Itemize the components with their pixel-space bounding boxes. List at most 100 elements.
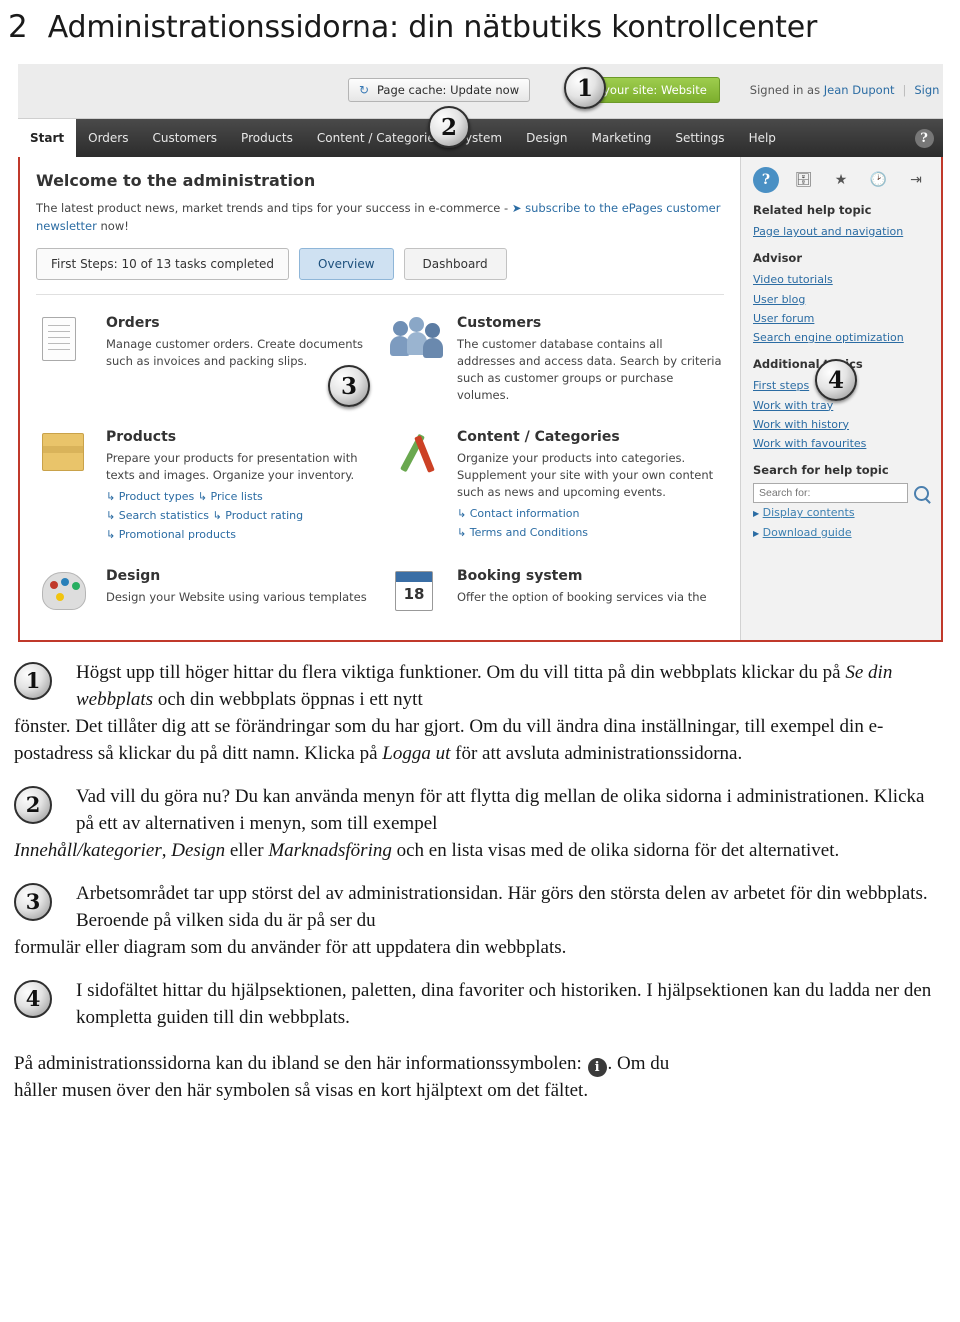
booking-calendar-icon: 18 (387, 568, 445, 622)
help-icon-glyph: ? (914, 128, 934, 148)
panel-products[interactable]: Products Prepare your products for prese… (36, 421, 373, 559)
menu-item-customers[interactable]: Customers (141, 119, 230, 157)
arrow-icon: ↳ (197, 490, 208, 504)
note-2: 2 Vad vill du göra nu? Du kan använda me… (14, 784, 946, 865)
tail-after: . Om du (607, 1052, 670, 1074)
link-work-with-favourites[interactable]: Work with favourites (753, 434, 929, 453)
menu-item-settings[interactable]: Settings (663, 119, 736, 157)
link-terms-conditions[interactable]: Terms and Conditions (470, 526, 588, 539)
admin-main-column: Welcome to the administration The latest… (20, 157, 740, 640)
note-1: 1 Högst upp till höger hittar du flera v… (14, 660, 946, 768)
callout-badge-4: 4 (815, 359, 857, 401)
link-price-lists[interactable]: Price lists (211, 490, 263, 503)
screenshot-figure: ↻ Page cache: Update now your site: Webs… (18, 64, 943, 642)
menu-item-marketing[interactable]: Marketing (580, 119, 664, 157)
download-guide-row[interactable]: ▶ Download guide (753, 523, 929, 542)
newsletter-text-1: The latest product news, market trends a… (36, 201, 509, 215)
star-icon[interactable]: ★ (828, 167, 854, 193)
panel-links: ↳ Product types ↳ Price lists ↳ Search s… (106, 488, 373, 544)
content-pen-icon (387, 429, 445, 483)
admin-screenshot: ↻ Page cache: Update now your site: Webs… (18, 64, 943, 642)
sign-out-link[interactable]: Sign out (914, 83, 943, 97)
menu-item-products[interactable]: Products (229, 119, 305, 157)
page-cache-button[interactable]: ↻ Page cache: Update now (348, 78, 531, 102)
panel-design[interactable]: Design Design your Website using various… (36, 560, 373, 636)
arrow-icon: ↳ (106, 508, 116, 522)
explanation-notes: 1 Högst upp till höger hittar du flera v… (0, 642, 960, 1032)
tail-before: På administrationssidorna kan du ibland … (14, 1052, 582, 1074)
advisor-heading: Advisor (753, 251, 802, 266)
panel-booking-system[interactable]: 18 Booking system Offer the option of bo… (387, 560, 724, 636)
link-video-tutorials[interactable]: Video tutorials (753, 270, 929, 289)
menu-item-help[interactable]: Help (737, 119, 788, 157)
panel-title: Booking system (457, 568, 583, 585)
chapter-title: Administrationssidorna: din nätbutiks ko… (47, 10, 818, 45)
note1-tail: för att avsluta administrationssidorna. (450, 742, 743, 764)
link-display-contents[interactable]: Display contents (763, 506, 855, 519)
link-contact-information[interactable]: Contact information (470, 507, 580, 520)
view-site-button[interactable]: your site: Website (590, 77, 720, 103)
note2-italic1: Innehåll/kategorier (14, 839, 162, 861)
arrow-icon: ↳ (212, 508, 222, 522)
tab-dashboard[interactable]: Dashboard (403, 247, 507, 280)
panel-title: Customers (457, 314, 542, 331)
panel-description: The customer database contains all addre… (457, 336, 722, 403)
link-search-statistics[interactable]: Search statistics (119, 509, 209, 522)
arrow-icon: ↳ (457, 526, 467, 540)
admin-topbar: ↻ Page cache: Update now your site: Webs… (18, 64, 943, 119)
note-text-3: Arbetsområdet tar upp störst del av admi… (14, 881, 946, 962)
tail-second-line: håller musen över den här symbolen så vi… (14, 1080, 589, 1102)
link-user-blog[interactable]: User blog (753, 290, 929, 309)
panel-content-categories[interactable]: Content / Categories Organize your produ… (387, 421, 724, 559)
link-product-types[interactable]: Product types (119, 490, 195, 503)
design-palette-icon (36, 568, 94, 622)
note-number-2: 2 (14, 785, 52, 824)
first-steps-status[interactable]: First Steps: 10 of 13 tasks completed (36, 247, 290, 280)
panel-description: Manage customer orders. Create documents… (106, 336, 363, 368)
arrow-icon: ↳ (106, 527, 116, 541)
note1-part1: Högst upp till höger hittar du flera vik… (76, 662, 846, 683)
info-icon: i (587, 1057, 607, 1077)
link-user-forum[interactable]: User forum (753, 309, 929, 328)
display-contents-row[interactable]: ▶ Display contents (753, 503, 929, 522)
note2-part1: Vad vill du göra nu? Du kan använda meny… (76, 785, 925, 834)
panel-customers[interactable]: Customers The customer database contains… (387, 307, 724, 419)
clock-icon[interactable]: 🕑 (866, 167, 892, 193)
panel-title: Products (106, 428, 177, 445)
tab-overview[interactable]: Overview (299, 247, 394, 280)
collapse-icon[interactable]: ⇥ (903, 167, 929, 193)
panel-orders[interactable]: Orders Manage customer orders. Create do… (36, 307, 373, 419)
note-3: 3 Arbetsområdet tar upp störst del av ad… (14, 881, 946, 962)
menu-item-start[interactable]: Start (18, 119, 77, 157)
products-box-icon (36, 429, 94, 483)
newsletter-text-2: now! (100, 218, 129, 233)
info-symbol-paragraph: På administrationssidorna kan du ibland … (0, 1048, 960, 1105)
link-work-with-history[interactable]: Work with history (753, 415, 929, 434)
link-download-guide[interactable]: Download guide (763, 526, 852, 539)
panel-grid: Orders Manage customer orders. Create do… (36, 293, 724, 637)
link-product-rating[interactable]: Product rating (225, 509, 303, 522)
link-search-engine-optimization[interactable]: Search engine optimization (753, 328, 929, 347)
magnifier-icon[interactable] (914, 485, 929, 501)
related-help-heading: Related help topic (753, 203, 872, 217)
note2-mid1: , (161, 839, 172, 861)
divider: | (902, 83, 907, 97)
menu-item-design[interactable]: Design (514, 119, 579, 157)
note4-part1: I sidofältet hittar du hjälpsektionen, p… (76, 979, 932, 1028)
customers-icon (387, 315, 445, 369)
panel-description: Offer the option of booking services via… (457, 590, 707, 605)
help-question-icon[interactable]: ? (905, 119, 943, 157)
help-icon[interactable]: ? (753, 167, 779, 193)
note-text-4: I sidofältet hittar du hjälpsektionen, p… (14, 978, 946, 1032)
search-help-heading: Search for help topic (753, 463, 889, 478)
documents-icon (36, 315, 94, 369)
palette-icon[interactable]: 🗄 (791, 167, 817, 193)
account-link[interactable]: Jean Dupont (824, 83, 895, 97)
chevron-right-icon: ▶ (753, 509, 760, 519)
search-input[interactable] (753, 483, 908, 504)
link-page-layout-navigation[interactable]: Page layout and navigation (753, 222, 929, 241)
menu-item-orders[interactable]: Orders (76, 119, 140, 157)
note-number-1: 1 (14, 662, 52, 700)
link-promotional-products[interactable]: Promotional products (119, 528, 236, 541)
arrow-icon: ↳ (106, 490, 116, 504)
